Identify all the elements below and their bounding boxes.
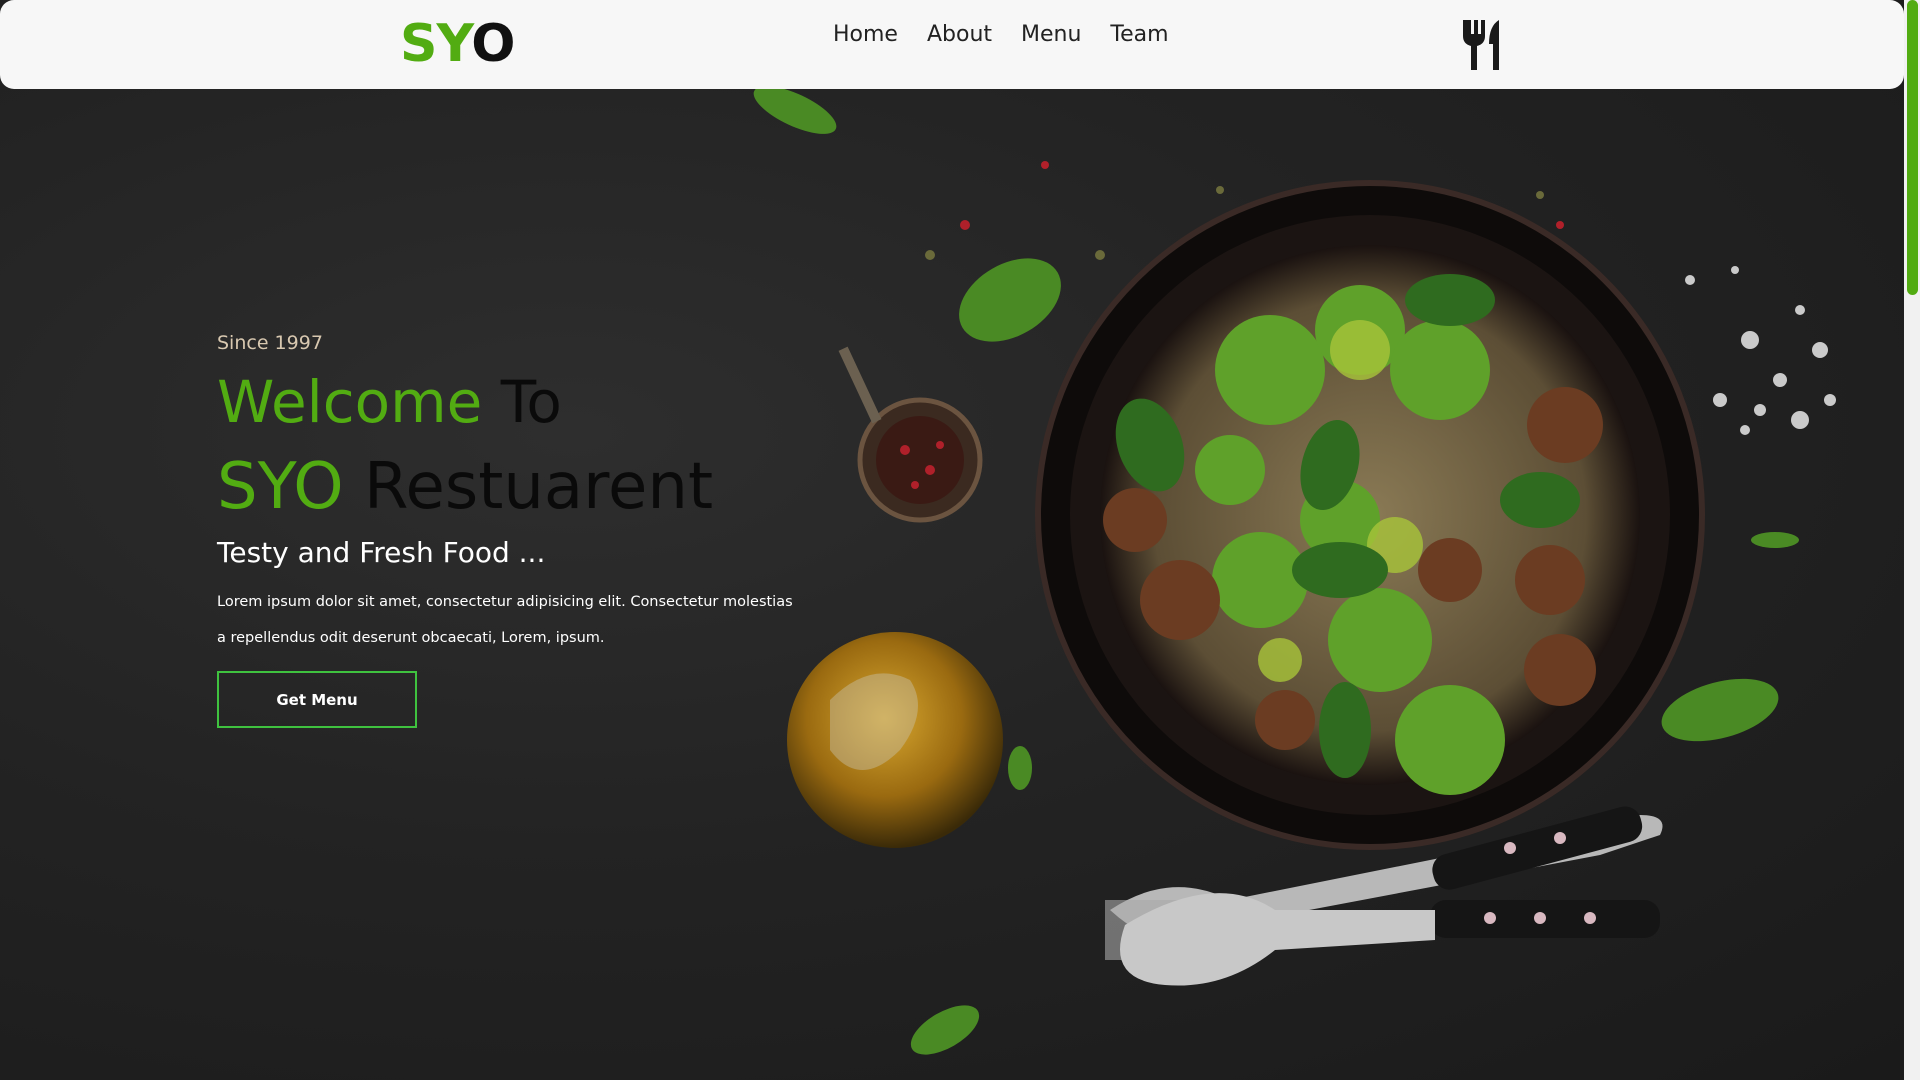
get-menu-button[interactable]: Get Menu [217, 671, 417, 728]
nav-link-team[interactable]: Team [1110, 22, 1168, 47]
top-navbar: SYO Home About Menu Team [0, 0, 1904, 89]
nav-link-about[interactable]: About [927, 22, 992, 47]
brand-logo[interactable]: SYO [400, 14, 515, 74]
nav-link-menu[interactable]: Menu [1021, 22, 1081, 47]
hero-tagline: Testy and Fresh Food ... [217, 536, 546, 569]
title-to: To [500, 368, 562, 436]
since-label: Since 1997 [217, 332, 323, 354]
scrollbar-thumb[interactable] [1907, 0, 1918, 295]
hero-title-line1: Welcome To [217, 368, 562, 436]
logo-green-part: SY [400, 14, 472, 74]
logo-dark-part: O [471, 14, 515, 74]
utensils-icon[interactable] [1459, 18, 1507, 72]
hero-title-line2: SYO Restuarent [217, 450, 713, 524]
title-welcome: Welcome [217, 368, 483, 436]
title-restaurant: Restuarent [363, 450, 714, 524]
page-scrollbar[interactable] [1904, 0, 1920, 1080]
nav-link-home[interactable]: Home [833, 22, 898, 47]
nav-links: Home About Menu Team [833, 22, 1198, 47]
title-syo: SYO [217, 450, 344, 524]
hero-description: Lorem ipsum dolor sit amet, consectetur … [217, 594, 793, 646]
